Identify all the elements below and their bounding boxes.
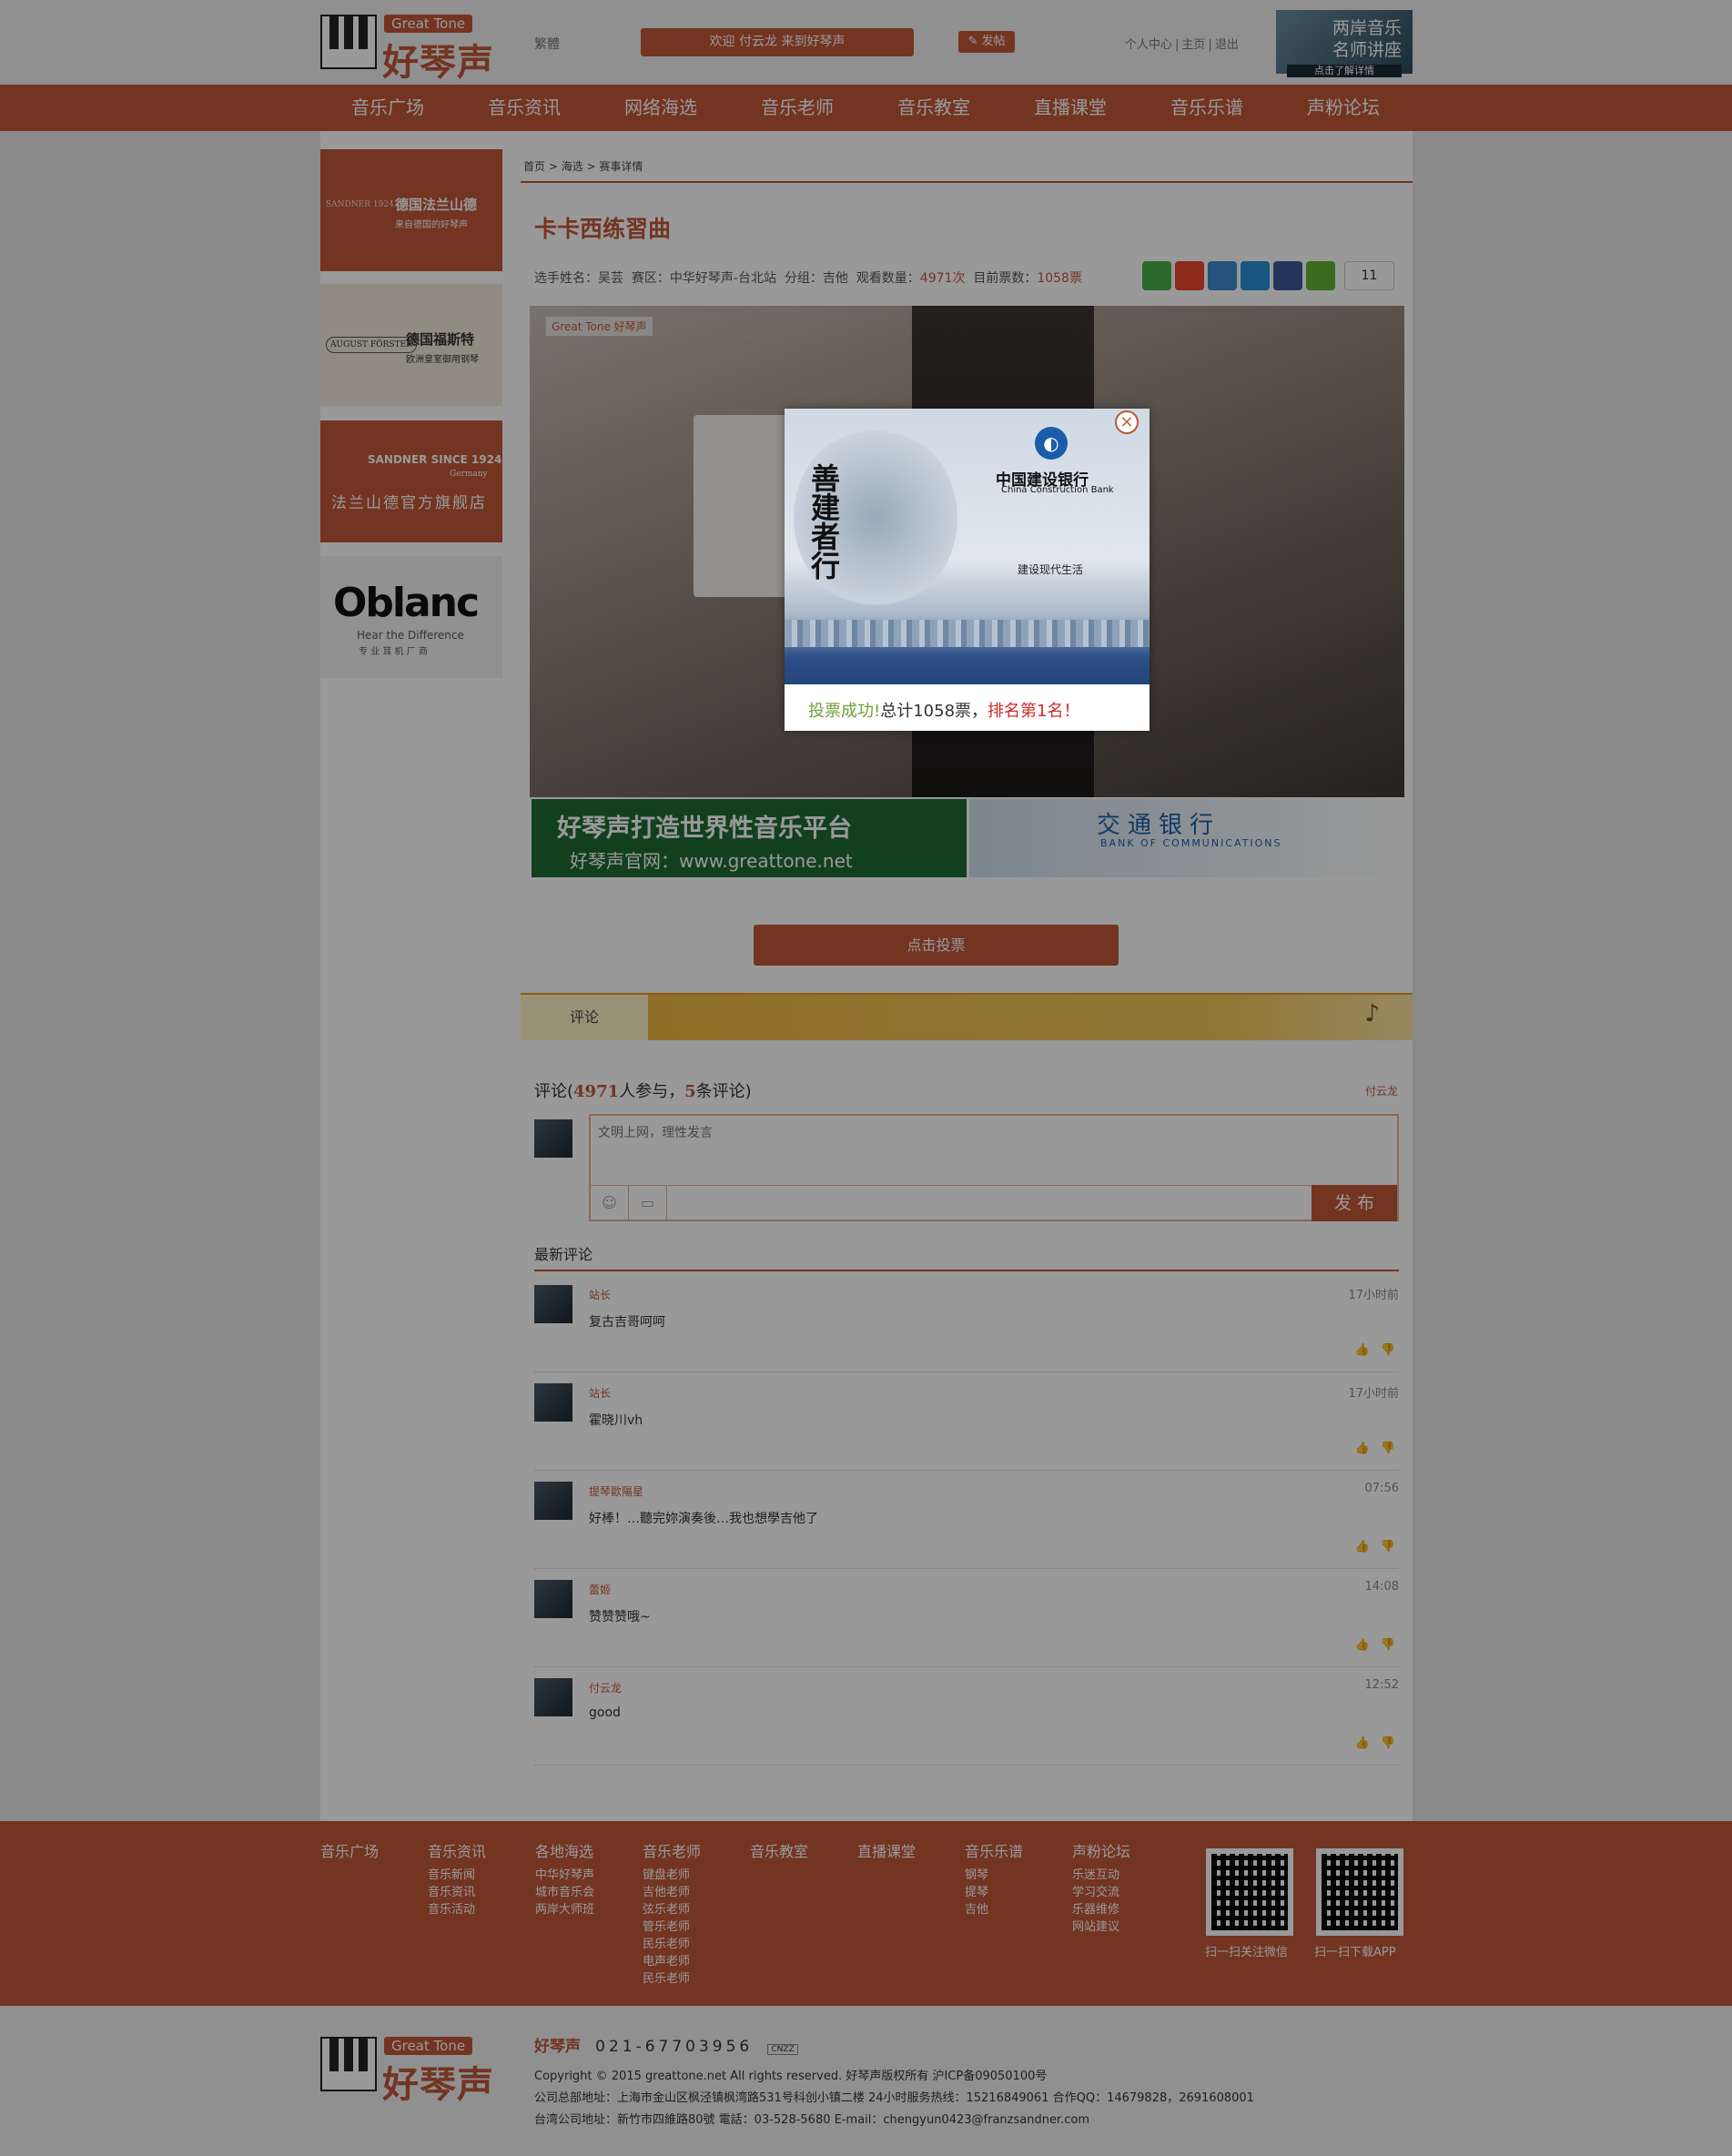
bank-name-en: China Construction Bank (1001, 485, 1114, 495)
vote-rank: 排名第1名！ (988, 702, 1080, 721)
slogan-calligraphy: 善建者行 (806, 463, 841, 580)
vote-result-message: 投票成功!总计1058票，排名第1名！ (808, 698, 1079, 722)
ccb-ad-image: 善建者行 ◐ 中国建设银行 China Construction Bank 建设… (785, 409, 1150, 684)
vote-summary: 总计1058票， (880, 702, 988, 721)
vote-success-modal: 善建者行 ◐ 中国建设银行 China Construction Bank 建设… (785, 409, 1150, 731)
bank-slogan: 建设现代生活 (1018, 563, 1084, 576)
modal-overlay[interactable] (0, 0, 1732, 2156)
ccb-logo-icon: ◐ (1035, 427, 1068, 460)
vote-success-text: 投票成功! (808, 702, 881, 721)
close-icon[interactable]: × (1115, 410, 1139, 434)
skyline-shape (785, 620, 1150, 647)
